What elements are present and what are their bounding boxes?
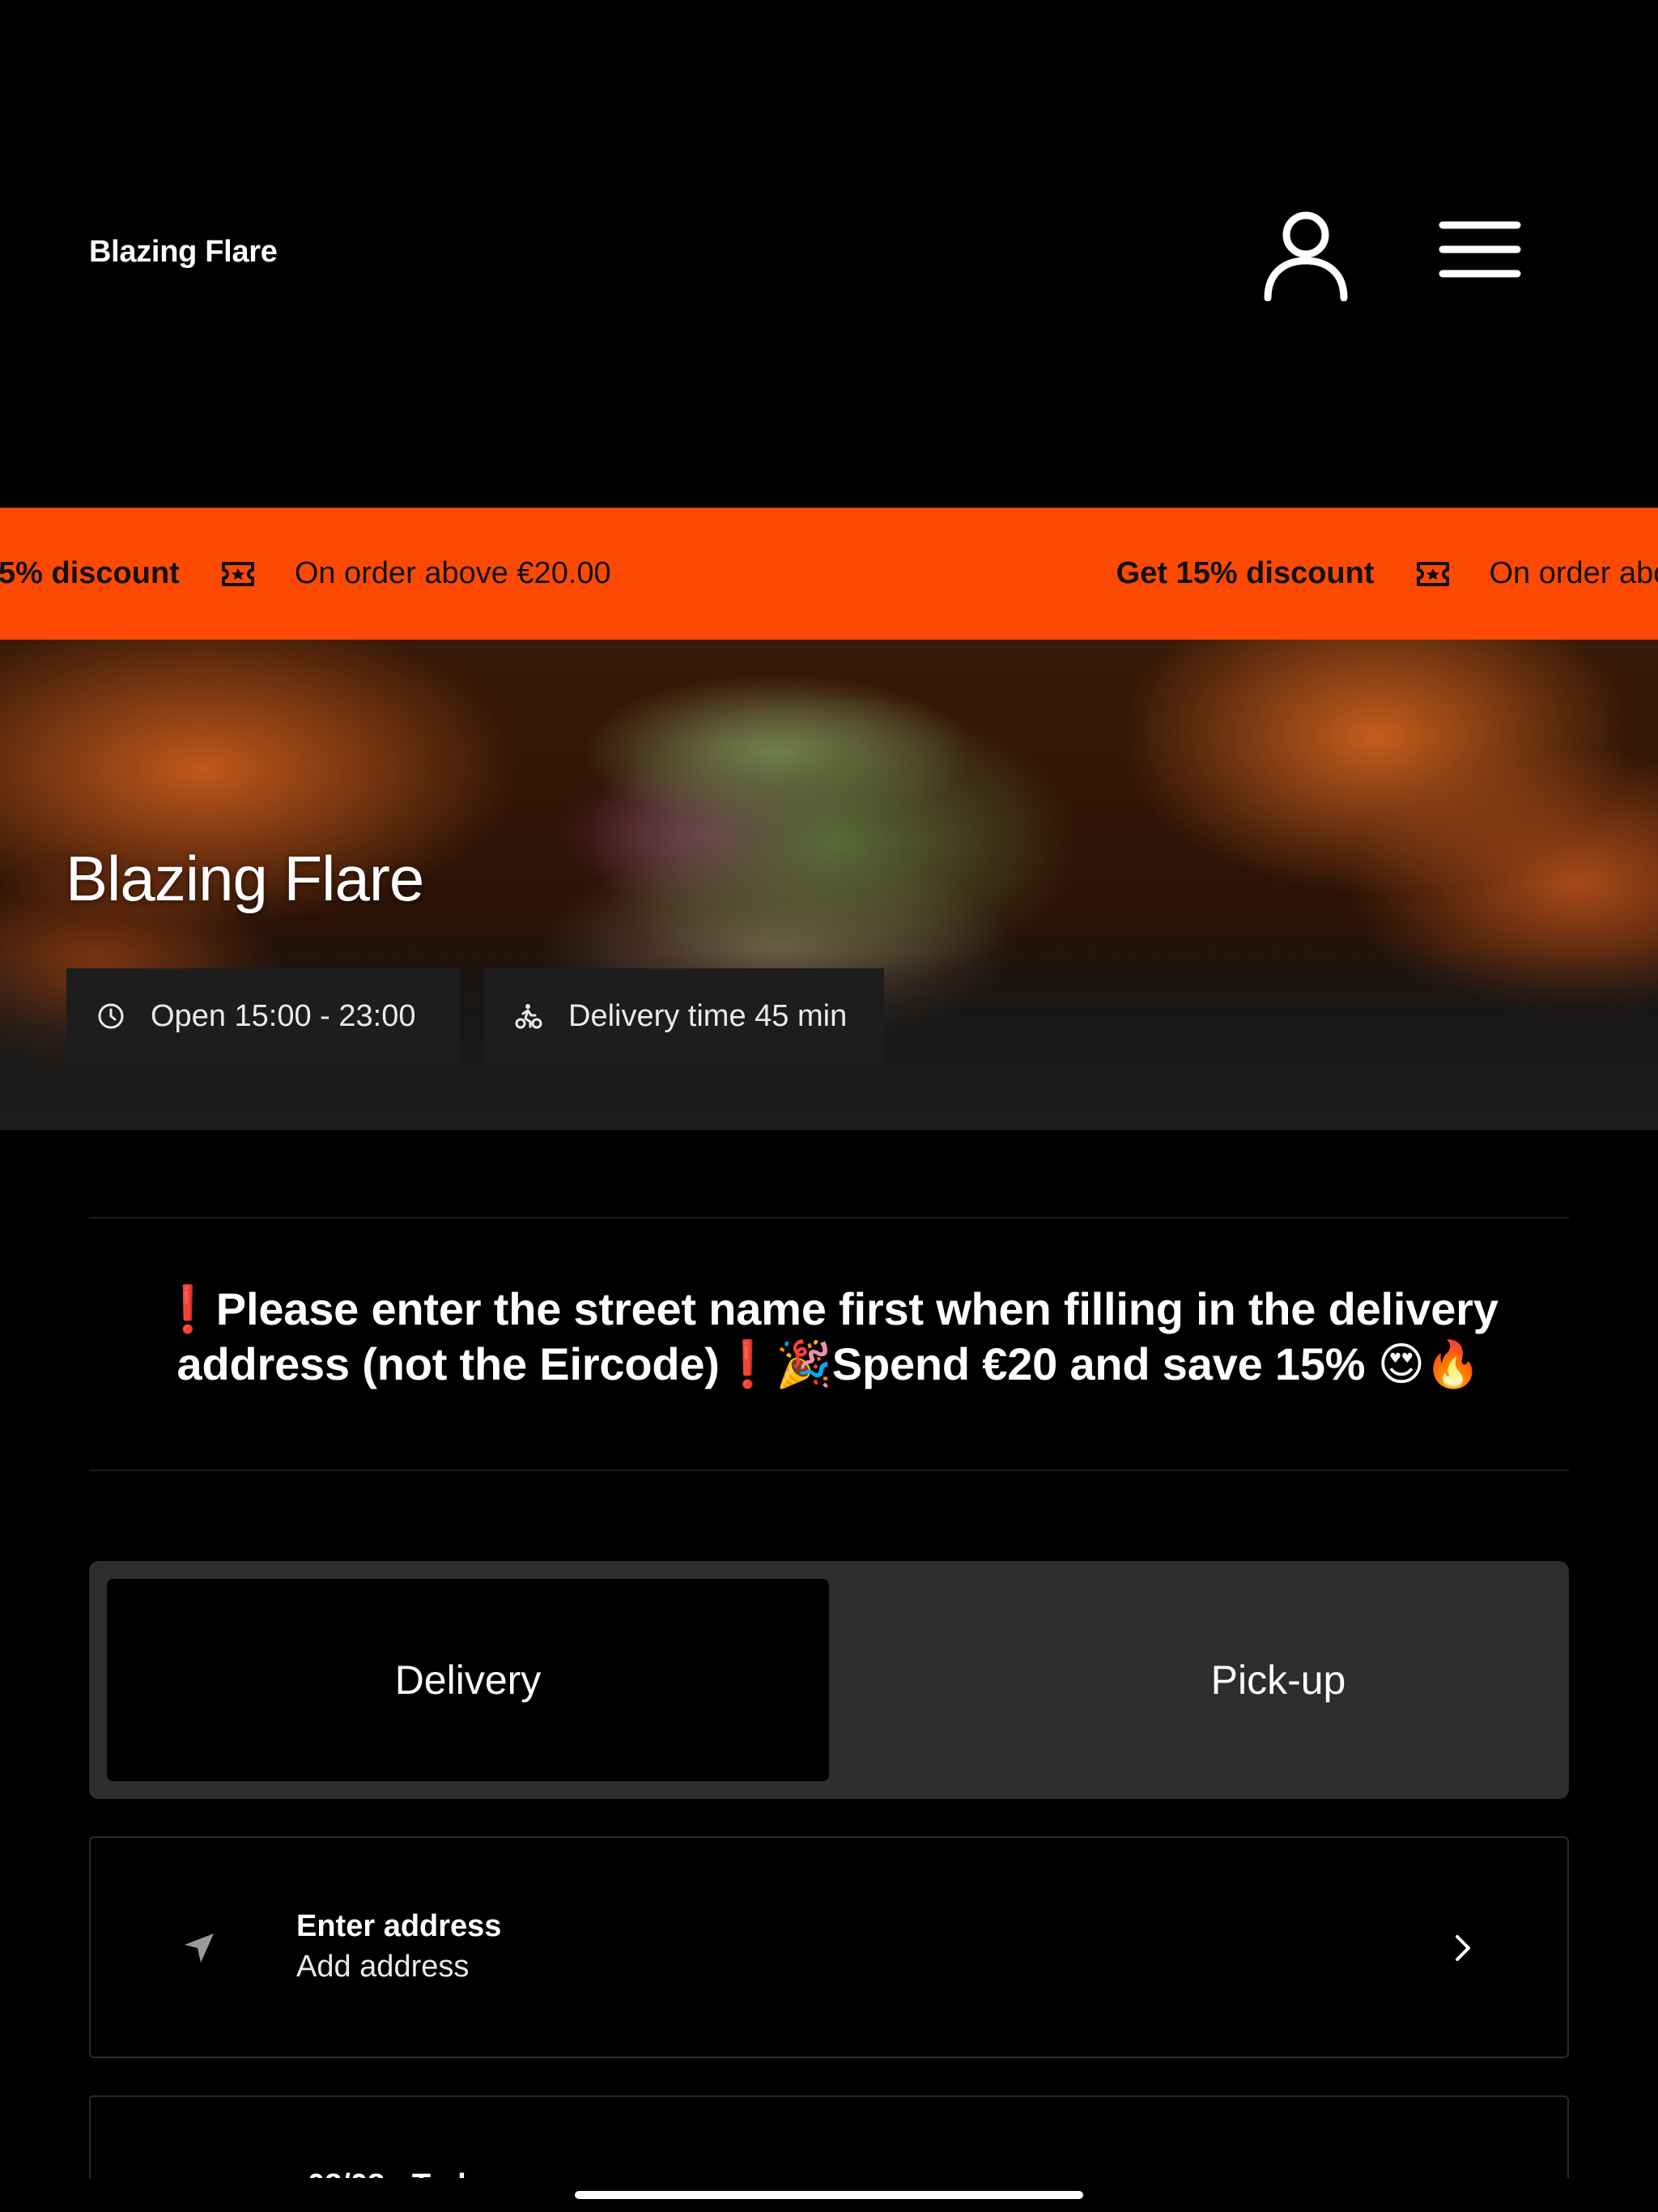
promo-subtitle: On order above €20.00 bbox=[1489, 556, 1658, 590]
promo-title: Get 15% discount bbox=[1116, 556, 1375, 590]
header: Blazing Flare bbox=[0, 0, 1658, 508]
divider bbox=[89, 1217, 1569, 1219]
pickup-tab[interactable]: Pick-up bbox=[918, 1579, 1639, 1781]
hero-banner: Blazing Flare Open 15:00 - 23:00 Deliver… bbox=[0, 640, 1658, 1130]
delivery-notice: ❗Please enter the street name first when… bbox=[159, 1283, 1499, 1389]
scooter-icon bbox=[515, 1004, 542, 1029]
home-indicator[interactable] bbox=[575, 2191, 1083, 2199]
clock-icon bbox=[98, 1003, 124, 1029]
hamburger-menu-icon bbox=[1439, 221, 1521, 278]
address-title: Enter address bbox=[296, 1909, 502, 1943]
promo-banner: 5% discount On order above €20.00 Get 15… bbox=[0, 508, 1658, 640]
delivery-tab[interactable]: Delivery bbox=[107, 1579, 829, 1781]
promo-item: 5% discount On order above €20.00 bbox=[0, 556, 611, 591]
ticket-icon bbox=[1416, 561, 1449, 586]
opening-hours-text: Open 15:00 - 23:00 bbox=[151, 998, 416, 1033]
promo-title: 5% discount bbox=[0, 556, 180, 590]
user-icon bbox=[1264, 211, 1348, 302]
address-subtitle: Add address bbox=[296, 1950, 470, 1984]
account-button[interactable] bbox=[1261, 207, 1350, 302]
chevron-right-icon bbox=[1456, 1935, 1470, 1961]
location-arrow-icon bbox=[185, 1933, 214, 1963]
ticket-icon bbox=[221, 561, 254, 586]
promo-track: 5% discount On order above €20.00 Get 15… bbox=[0, 508, 1658, 640]
delivery-time-chip: Delivery time 45 min bbox=[484, 968, 884, 1064]
app-page: Blazing Flare 5% discount On order above… bbox=[0, 0, 1658, 2212]
promo-item: Get 15% discount On order above €20.00 bbox=[1116, 556, 1658, 591]
restaurant-title: Blazing Flare bbox=[66, 843, 424, 914]
menu-button[interactable] bbox=[1438, 217, 1522, 282]
order-mode-toggle: Delivery Pick-up bbox=[89, 1561, 1569, 1799]
brand-name[interactable]: Blazing Flare bbox=[89, 235, 278, 270]
promo-subtitle: On order above €20.00 bbox=[294, 556, 611, 590]
divider bbox=[89, 1470, 1569, 1471]
delivery-time-text: Delivery time 45 min bbox=[568, 998, 848, 1033]
enter-address-button[interactable]: Enter address Add address bbox=[89, 1836, 1569, 2058]
opening-hours-chip: Open 15:00 - 23:00 bbox=[66, 968, 460, 1064]
